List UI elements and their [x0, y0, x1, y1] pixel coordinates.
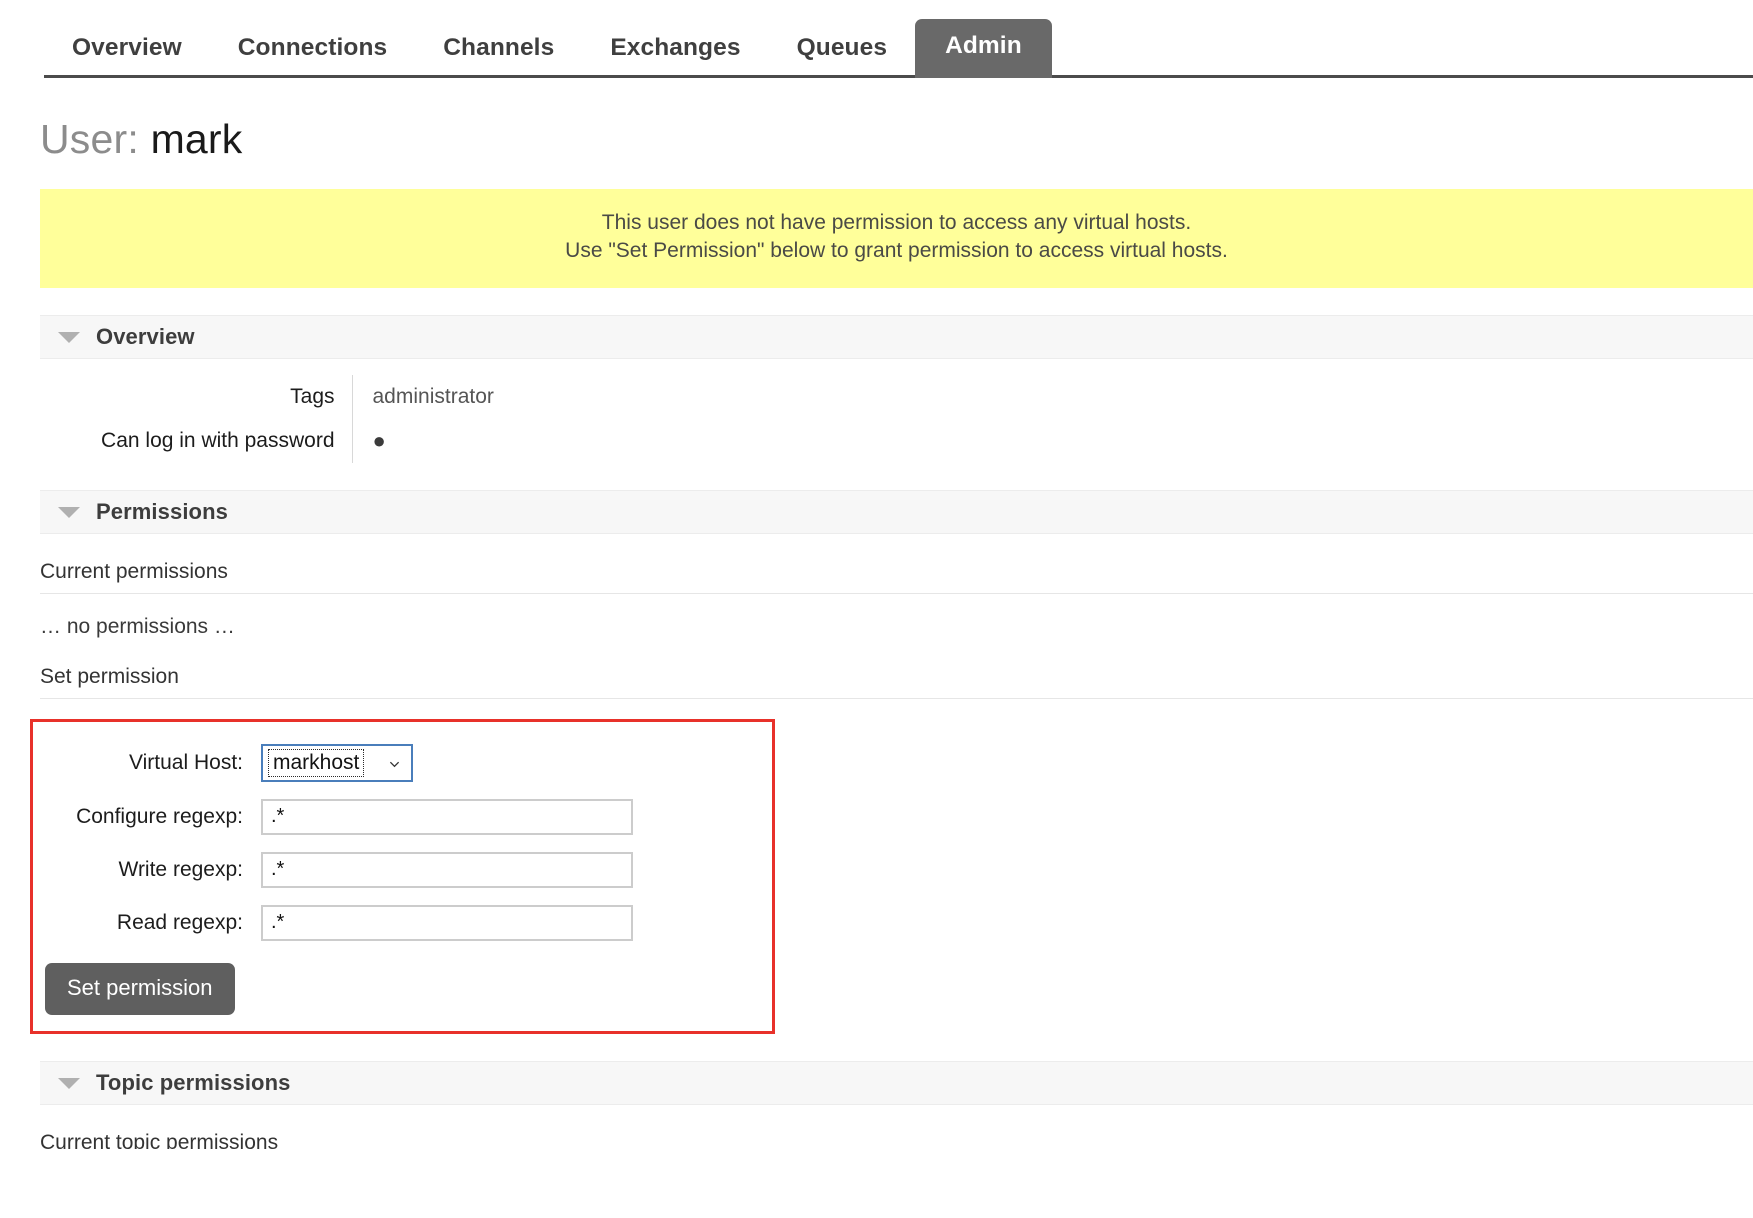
section-header-topic-permissions[interactable]: Topic permissions	[40, 1060, 1753, 1105]
overview-tags-label: Tags	[290, 384, 335, 408]
main-navigation-tabs: Overview Connections Channels Exchanges …	[0, 0, 1753, 78]
warning-banner: This user does not have permission to ac…	[40, 189, 1753, 288]
table-row: Can log in with password ●	[0, 418, 494, 463]
write-regexp-input[interactable]	[261, 851, 633, 888]
section-header-overview[interactable]: Overview	[40, 314, 1753, 359]
page-title-username: mark	[150, 116, 243, 162]
overview-details-table: Tags administrator Can log in with passw…	[0, 374, 494, 463]
tab-channels[interactable]: Channels	[415, 34, 582, 78]
warning-banner-line-2: Use "Set Permission" below to grant perm…	[565, 239, 1228, 263]
table-row: Tags administrator	[0, 374, 494, 419]
virtual-host-selected-value: markhost	[268, 748, 365, 777]
tab-connections[interactable]: Connections	[210, 34, 415, 78]
read-regexp-label: Read regexp:	[116, 910, 243, 934]
form-row-configure-regexp: Configure regexp:	[33, 798, 772, 835]
current-topic-permissions-label: Current topic permissions	[40, 1130, 279, 1149]
overview-password-login-label: Can log in with password	[101, 428, 335, 452]
virtual-host-select[interactable]: markhost	[261, 743, 413, 782]
form-row-read-regexp: Read regexp:	[33, 904, 772, 941]
page-title-prefix: User:	[40, 116, 139, 162]
section-header-permissions[interactable]: Permissions	[40, 489, 1753, 534]
configure-regexp-input[interactable]	[261, 798, 633, 835]
form-row-write-regexp: Write regexp:	[33, 851, 772, 888]
chevron-down-icon	[389, 761, 400, 767]
read-regexp-input[interactable]	[261, 904, 633, 941]
page-root: Overview Connections Channels Exchanges …	[0, 0, 1753, 1218]
warning-banner-line-1: This user does not have permission to ac…	[601, 211, 1192, 234]
section-header-topic-permissions-label: Topic permissions	[96, 1069, 291, 1095]
form-row-virtual-host: Virtual Host: markhost	[33, 743, 772, 782]
configure-regexp-label: Configure regexp:	[76, 804, 243, 828]
set-permission-label: Set permission	[40, 665, 1753, 699]
set-permission-form: Virtual Host: markhost Configure regexp:…	[30, 718, 775, 1034]
section-header-permissions-label: Permissions	[96, 498, 228, 524]
tab-exchanges[interactable]: Exchanges	[582, 34, 768, 78]
chevron-down-icon	[58, 332, 80, 344]
chevron-down-icon	[58, 507, 80, 519]
overview-password-login-value: ●	[351, 418, 494, 463]
tab-admin[interactable]: Admin	[915, 19, 1052, 78]
chevron-down-icon	[58, 1078, 80, 1090]
no-permissions-text: … no permissions …	[40, 614, 235, 638]
write-regexp-label: Write regexp:	[118, 857, 244, 881]
virtual-host-label: Virtual Host:	[129, 750, 243, 774]
page-title: User: mark	[40, 116, 1753, 163]
current-permissions-label: Current permissions	[40, 560, 1753, 594]
tab-queues[interactable]: Queues	[769, 34, 915, 78]
set-permission-button[interactable]: Set permission	[45, 962, 235, 1015]
overview-tags-value: administrator	[351, 374, 494, 419]
tab-overview[interactable]: Overview	[44, 34, 210, 78]
section-header-overview-label: Overview	[96, 323, 195, 349]
